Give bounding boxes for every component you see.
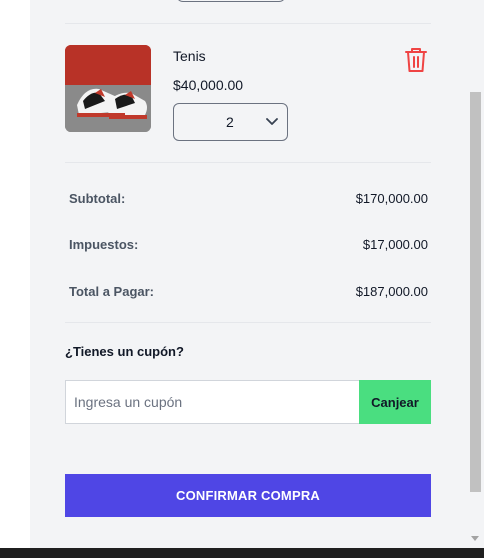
scroll-down-arrow-icon[interactable] bbox=[471, 536, 479, 541]
scrollbar-thumb[interactable] bbox=[470, 92, 481, 492]
taskbar bbox=[0, 548, 484, 558]
page-margin bbox=[0, 0, 30, 548]
total-label: Total a Pagar: bbox=[69, 284, 155, 299]
divider bbox=[65, 322, 431, 323]
quantity-select[interactable]: 2 bbox=[173, 103, 288, 141]
product-image bbox=[65, 45, 151, 132]
total-value: $187,000.00 bbox=[355, 284, 428, 299]
redeem-coupon-button[interactable]: Canjear bbox=[359, 380, 431, 424]
product-name: Tenis bbox=[173, 48, 206, 64]
subtotal-label: Subtotal: bbox=[69, 191, 126, 206]
quantity-value: 2 bbox=[225, 114, 234, 130]
product-price: $40,000.00 bbox=[173, 77, 244, 93]
previous-item-control[interactable] bbox=[176, 0, 286, 2]
coupon-title: ¿Tienes un cupón? bbox=[65, 344, 184, 359]
sneaker-photo bbox=[65, 45, 151, 132]
divider bbox=[65, 162, 431, 163]
subtotal-value: $170,000.00 bbox=[355, 191, 428, 206]
confirm-purchase-button[interactable]: CONFIRMAR COMPRA bbox=[65, 474, 431, 517]
trash-icon[interactable] bbox=[404, 46, 428, 74]
chevron-down-icon bbox=[258, 118, 287, 126]
coupon-input[interactable] bbox=[65, 380, 359, 424]
tax-value: $17,000.00 bbox=[362, 237, 428, 252]
divider bbox=[65, 23, 431, 24]
tax-label: Impuestos: bbox=[69, 237, 139, 252]
